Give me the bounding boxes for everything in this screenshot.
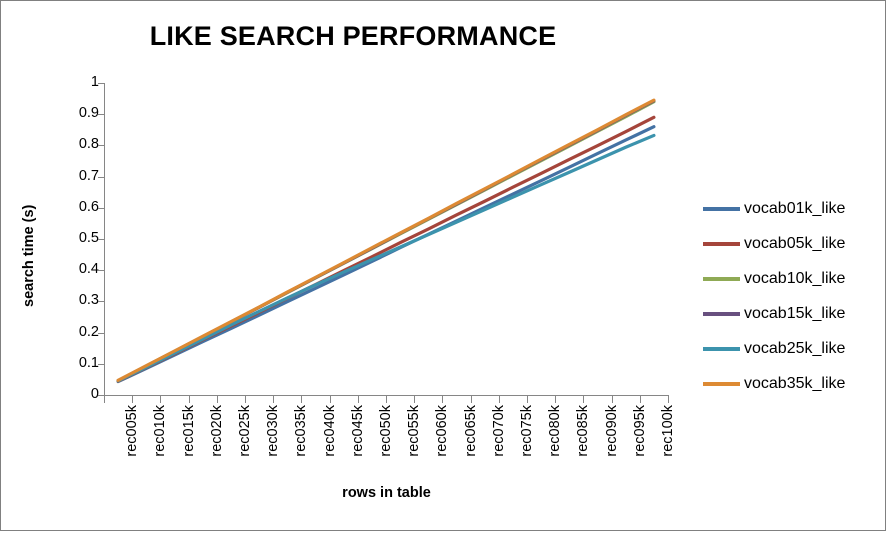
series-line <box>116 98 656 382</box>
x-axis-tick-labels: rec005k rec010k rec015k rec020k rec025k rec03… <box>104 405 676 477</box>
x-axis-tick-label: rec065k <box>462 405 479 457</box>
x-axis-tick-mark <box>668 396 669 403</box>
x-axis-tick-label: rec080k <box>547 405 564 457</box>
x-axis-tick-mark <box>612 396 613 403</box>
legend-label: vocab35k_like <box>744 374 846 392</box>
x-axis-tick-label: rec030k <box>265 405 282 457</box>
y-axis-tick-label: 0.8 <box>78 136 99 153</box>
x-axis-tick-label: rec070k <box>490 405 507 457</box>
x-axis-tick-mark <box>358 396 359 403</box>
legend-item[interactable]: vocab01k_like <box>703 191 873 226</box>
chart-title: LIKE SEARCH PERFORMANCE <box>149 21 557 51</box>
legend-label: vocab05k_like <box>744 234 846 252</box>
legend-label: vocab25k_like <box>744 339 846 357</box>
y-axis-tick-label: 1 <box>90 74 99 90</box>
x-axis-tick-mark <box>555 396 556 403</box>
x-axis-tick-label: rec025k <box>236 405 253 457</box>
x-axis-tick-label: rec075k <box>518 405 535 457</box>
x-axis-tick-label: rec100k <box>659 405 676 457</box>
x-axis-tick-mark <box>471 396 472 403</box>
x-axis-tick-label: rec095k <box>631 405 648 457</box>
y-axis-tick-label: 0.6 <box>78 198 99 215</box>
legend-label: vocab10k_like <box>744 269 846 287</box>
x-axis-tick-mark <box>640 396 641 403</box>
y-axis-tick-label: 0.9 <box>78 105 99 122</box>
y-axis-tick-label: 0.1 <box>78 354 99 371</box>
x-axis-tick-mark <box>132 396 133 403</box>
legend-color-swatch <box>703 381 740 386</box>
legend-item[interactable]: vocab25k_like <box>703 331 873 366</box>
x-axis-title: rows in table <box>342 485 431 501</box>
legend-color-swatch <box>703 346 740 351</box>
plot-area <box>104 83 668 395</box>
legend-label: vocab15k_like <box>744 304 846 322</box>
y-axis-tick-label: 0 <box>90 386 99 402</box>
x-axis-tick-mark <box>442 396 443 403</box>
y-axis-tick-label: 0.4 <box>78 261 99 278</box>
x-axis-tick-mark <box>273 396 274 403</box>
legend-color-swatch <box>703 241 740 246</box>
x-axis-tick-mark <box>527 396 528 403</box>
x-axis-tick-label: rec055k <box>406 405 423 457</box>
x-axis-tick-mark <box>217 396 218 403</box>
x-axis-tick-mark <box>245 396 246 403</box>
chart-legend: vocab01k_like vocab05k_like vocab10k_likev… <box>703 191 873 401</box>
y-axis-title: search time (s) <box>21 204 37 308</box>
legend-color-swatch <box>703 206 740 211</box>
x-axis-tick-mark <box>330 396 331 403</box>
legend-color-swatch <box>703 311 740 316</box>
legend-item[interactable]: vocab15k_like <box>703 296 873 331</box>
x-axis-tick-label: rec010k <box>152 405 169 457</box>
x-axis-tick-mark <box>104 396 105 403</box>
x-axis-tick-mark <box>160 396 161 403</box>
x-axis-tick-mark <box>189 396 190 403</box>
x-axis-tick-label: rec085k <box>575 405 592 457</box>
x-axis-tick-mark <box>583 396 584 403</box>
series-lines <box>116 98 656 384</box>
y-axis-tick-label: 0.3 <box>78 292 99 309</box>
x-axis-tick-mark <box>386 396 387 403</box>
x-axis-tick-label: rec045k <box>349 405 366 457</box>
x-axis-tick-label: rec035k <box>293 405 310 457</box>
x-axis-tick-label: rec020k <box>208 405 225 457</box>
x-axis-tick-label: rec090k <box>603 405 620 457</box>
x-axis-tick-mark <box>301 396 302 403</box>
x-axis-tick-label: rec015k <box>180 405 197 457</box>
chart-container: LIKE SEARCH PERFORMANCE search time (s) … <box>0 0 886 531</box>
y-axis-tick-label: 0.5 <box>78 230 99 246</box>
x-axis-tick-label: rec040k <box>321 405 338 457</box>
y-axis-tick-label: 0.2 <box>78 323 99 340</box>
x-axis-tick-mark <box>414 396 415 403</box>
x-axis-tick-label: rec050k <box>377 405 394 457</box>
legend-label: vocab01k_like <box>744 199 846 217</box>
legend-item[interactable]: vocab05k_like <box>703 226 873 261</box>
y-axis-tick-label: 0.7 <box>78 167 99 184</box>
x-axis-tick-label: rec005k <box>124 405 141 457</box>
x-axis-tick-label: rec060k <box>434 405 451 457</box>
x-axis-tick-mark <box>499 396 500 403</box>
legend-color-swatch <box>703 276 740 281</box>
y-axis-tick-labels: 1 0.9 0.8 0.7 0.6 0.5 0.4 0.3 0.2 0.1 0 <box>54 75 99 401</box>
legend-item[interactable]: vocab35k_like <box>703 366 873 401</box>
legend-item[interactable]: vocab10k_like <box>703 261 873 296</box>
